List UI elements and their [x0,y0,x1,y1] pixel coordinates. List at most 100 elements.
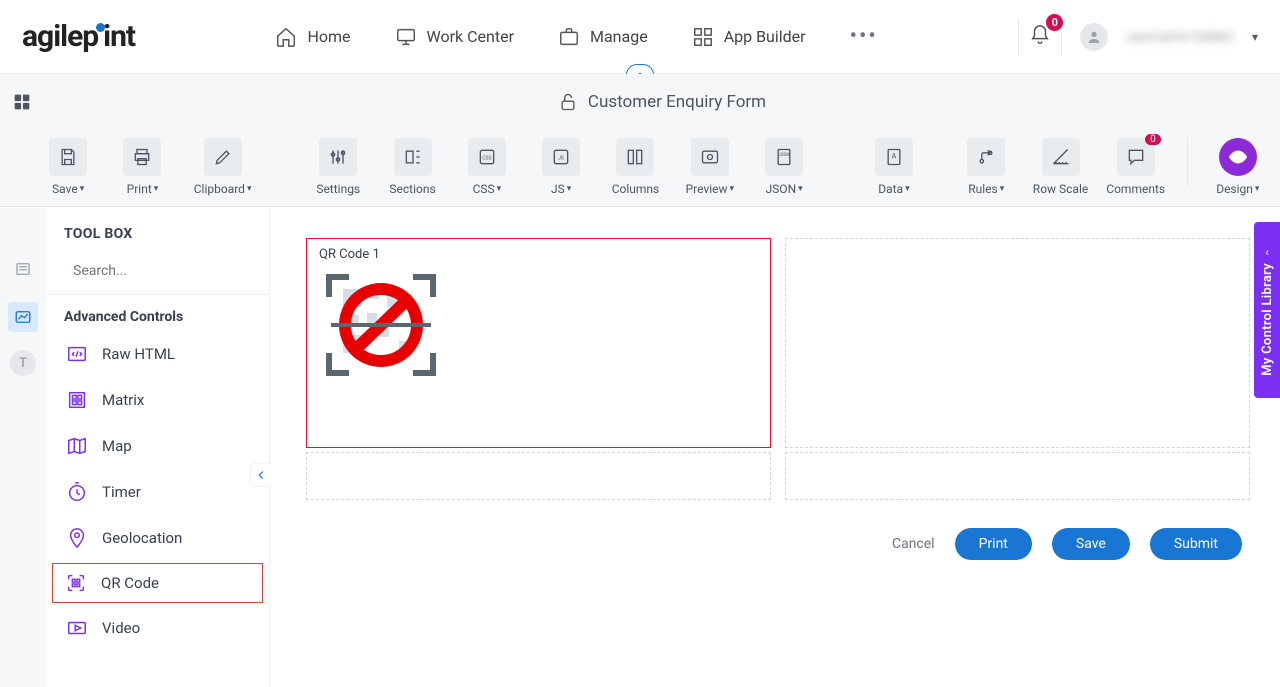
page-title: Customer Enquiry Form [588,92,766,112]
save-button[interactable]: Save [1052,528,1130,560]
tool-matrix[interactable]: Matrix [46,377,269,423]
matrix-icon [66,389,88,411]
search-input[interactable] [73,263,251,279]
tb-columns[interactable]: Columns [607,138,663,196]
toolbox-search[interactable] [46,256,269,295]
title-bar: Customer Enquiry Form [0,74,1280,130]
timer-icon [66,481,88,503]
sub-toolbar: Save▾ Print▾ Clipboard▾ Settings Section… [0,130,1280,207]
empty-cell[interactable] [785,238,1250,448]
nav-home[interactable]: Home [275,24,350,49]
tool-label: Timer [102,483,141,501]
top-nav: agilepint Home Work Center Manage App Bu… [0,0,1280,74]
tb-css[interactable]: CSS CSS▾ [459,138,515,196]
tb-design[interactable]: Design▾ [1210,138,1266,196]
tb-js[interactable]: JS JS▾ [533,138,589,196]
tb-preview[interactable]: Preview▾ [682,138,738,196]
empty-cell[interactable] [785,452,1250,500]
nav-work-center-label: Work Center [427,27,514,46]
user-icon [1086,29,1102,45]
tool-qr-code[interactable]: QR Code [52,563,263,603]
data-icon: A [884,147,904,167]
my-control-library-tab[interactable]: ‹ My Control Library [1254,222,1280,398]
grid-icon [692,26,714,48]
svg-text:CSS: CSS [482,156,491,162]
user-menu-caret[interactable]: ▾ [1252,30,1258,44]
tool-video[interactable]: Video [46,605,269,651]
rail-analytics[interactable] [8,302,38,332]
svg-text:JSON: JSON [779,153,790,158]
main-area: T TOOL BOX Advanced Controls Raw HTML Ma… [0,208,1280,687]
apps-icon [11,91,33,113]
nav-home-label: Home [307,27,350,46]
tb-settings[interactable]: Settings [310,138,366,196]
nav-app-builder[interactable]: App Builder [692,24,806,49]
print-icon [132,147,152,167]
side-tab-label: My Control Library [1260,263,1275,376]
tb-clipboard[interactable]: Clipboard▾ [189,138,257,196]
tool-timer[interactable]: Timer [46,469,269,515]
rail-t[interactable]: T [10,350,36,376]
qr-control-label: QR Code 1 [319,247,380,262]
tb-print[interactable]: Print▾ [114,138,170,196]
comment-icon [1126,147,1146,167]
nav-right: 0 username hidden ▾ [1018,18,1258,56]
tool-label: Geolocation [102,529,182,547]
search-icon [64,262,65,280]
briefcase-icon [558,26,580,48]
notifications-badge: 0 [1046,14,1063,31]
tb-save[interactable]: Save▾ [40,138,96,196]
tb-comments[interactable]: 0 Comments [1107,138,1165,196]
logo: agilepint [22,19,135,54]
rules-icon [976,147,996,167]
sliders-icon [328,147,348,167]
tool-label: Video [102,619,140,637]
comment-badge: 0 [1145,134,1161,145]
nav-manage[interactable]: Manage [558,24,648,49]
notifications-button[interactable]: 0 [1018,18,1062,56]
empty-cell[interactable] [306,452,771,500]
svg-text:A: A [891,152,896,161]
pin-icon [66,527,88,549]
tb-data[interactable]: A Data▾ [866,138,922,196]
tool-label: Map [102,437,132,455]
canvas: QR Code 1 [270,208,1280,687]
tb-row-scale[interactable]: Row Scale [1032,138,1088,196]
print-button[interactable]: Print [955,528,1032,560]
nav-more-icon[interactable]: ••• [850,24,878,49]
chevron-left-icon [254,468,268,482]
form-buttons: Cancel Print Save Submit [306,528,1250,560]
columns-icon [625,147,645,167]
tb-sections[interactable]: Sections [384,138,440,196]
tb-rules[interactable]: Rules▾ [958,138,1014,196]
canvas-row-1: QR Code 1 [306,238,1250,448]
rail-forms[interactable] [8,254,38,284]
json-icon: JSON [774,147,794,167]
nav-app-builder-label: App Builder [724,27,806,46]
logo-dot [96,23,105,32]
home-icon [275,26,297,48]
unlock-icon [558,92,578,112]
eye-icon [700,147,720,167]
nav-work-center[interactable]: Work Center [395,24,514,49]
avatar[interactable] [1080,23,1108,51]
pencil-icon [213,147,233,167]
toolbox-title: TOOL BOX [46,208,269,256]
tool-geolocation[interactable]: Geolocation [46,515,269,561]
qr-code-control[interactable]: QR Code 1 [306,238,771,448]
canvas-row-2 [306,452,1250,500]
eye-design-icon [1228,147,1248,167]
tb-json[interactable]: JSON JSON▾ [756,138,812,196]
tool-map[interactable]: Map [46,423,269,469]
sections-icon [403,147,423,167]
chevron-left-icon: ‹ [1265,245,1269,259]
submit-button[interactable]: Submit [1150,528,1242,560]
map-icon [66,435,88,457]
toolbox-group-title: Advanced Controls [46,295,269,331]
toolbox-collapse[interactable] [251,464,271,486]
video-icon [66,617,88,639]
app-grid-button[interactable] [0,91,44,113]
tool-raw-html[interactable]: Raw HTML [46,331,269,377]
cancel-button[interactable]: Cancel [892,536,935,552]
tool-label: Matrix [102,391,144,409]
